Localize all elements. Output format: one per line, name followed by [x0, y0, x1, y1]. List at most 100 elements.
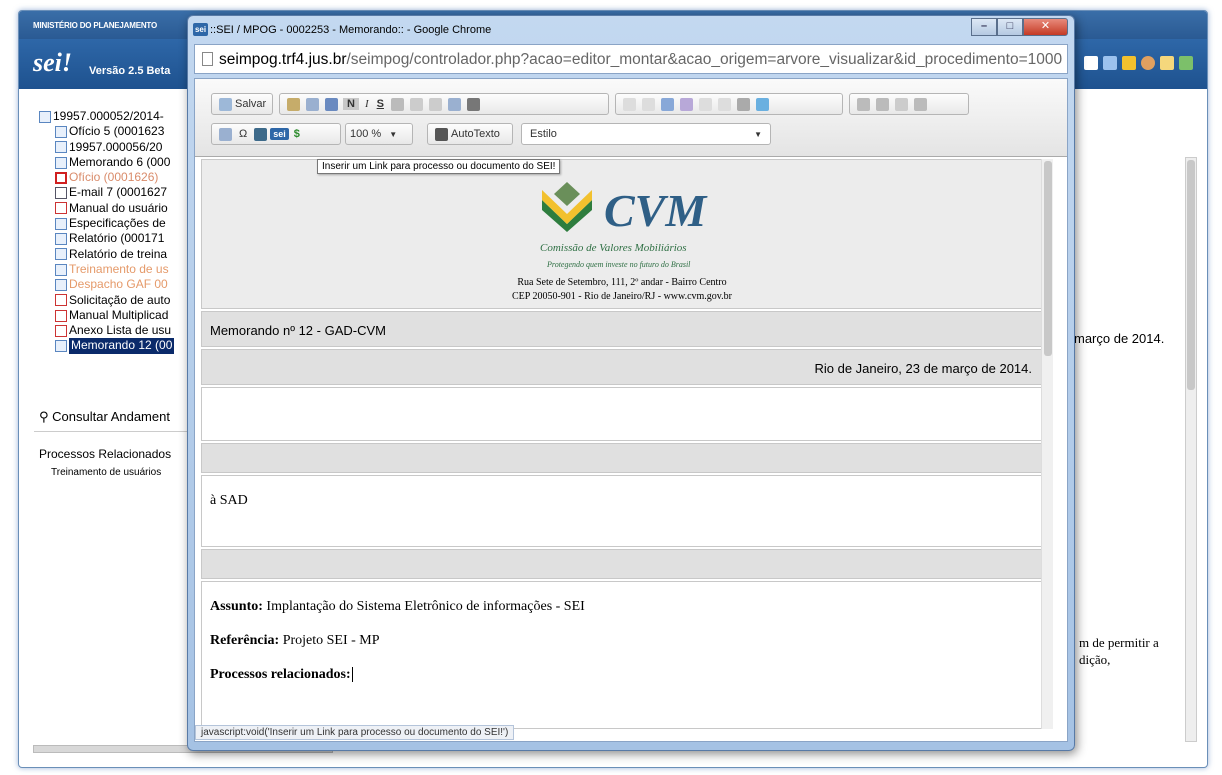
- tree-item[interactable]: Despacho GAF 00: [55, 277, 199, 292]
- underline-button[interactable]: S: [373, 98, 388, 110]
- document-icon: [55, 125, 67, 138]
- tree-item[interactable]: Ofício (0001626): [55, 170, 199, 185]
- undo-icon[interactable]: [699, 97, 712, 111]
- processos-line: Processos relacionados:​: [210, 667, 353, 682]
- sei-favicon-icon: sei: [193, 23, 208, 36]
- style-select[interactable]: Estilo ▼: [521, 123, 771, 145]
- paste-word-icon[interactable]: [680, 97, 693, 111]
- table-icon[interactable]: [447, 97, 461, 111]
- recipient-section[interactable]: à SAD: [201, 475, 1047, 547]
- tree-item[interactable]: Memorando 6 (000: [55, 155, 199, 170]
- sei-logo[interactable]: sei!: [33, 50, 72, 76]
- related-process-link[interactable]: Treinamento de usuários: [51, 467, 161, 478]
- forbidden-icon: [55, 171, 67, 184]
- document-scrollbar[interactable]: [1041, 159, 1053, 729]
- document-icon: [55, 340, 67, 353]
- address-host: seimpog.trf4.jus.br: [219, 51, 347, 68]
- notes-icon[interactable]: [1122, 56, 1136, 70]
- magnifier-icon: ⚲: [39, 409, 49, 424]
- redo-icon[interactable]: [718, 97, 731, 111]
- assunto-line: Assunto: Implantação do Sistema Eletrôni…: [210, 599, 585, 614]
- editor-toolbar: Salvar N I S Ω sei $ 100 % ▼ AutoTexto E…: [195, 79, 1067, 157]
- divider: [34, 431, 194, 432]
- image-icon: [55, 248, 67, 261]
- autotexto-button[interactable]: AutoTexto: [427, 123, 513, 145]
- paste-icon[interactable]: [661, 97, 674, 111]
- tree-item[interactable]: 19957.000056/20: [55, 140, 199, 155]
- window-title: ::SEI / MPOG - 0002253 - Memorando:: - G…: [210, 24, 492, 36]
- cvm-address-line2: CEP 20050-901 - Rio de Janeiro/RJ - www.…: [512, 291, 732, 302]
- cvm-address-line1: Rua Sete de Setembro, 111, 2º andar - Ba…: [517, 277, 727, 288]
- tree-item-label: Ofício (0001626): [69, 170, 159, 185]
- tree-item[interactable]: Ofício 5 (0001623: [55, 124, 199, 139]
- sei-version: Versão 2.5 Beta: [89, 65, 171, 77]
- tree-item[interactable]: Relatório de treina: [55, 247, 199, 262]
- italic-button[interactable]: I: [361, 98, 373, 110]
- tree-item-label: Ofício 5 (0001623: [69, 124, 165, 139]
- tree-item[interactable]: Manual Multiplicad: [55, 308, 199, 323]
- processos-relacionados-heading: Processos Relacionados: [39, 447, 172, 461]
- tree-item-label: E-mail 7 (0001627: [69, 185, 168, 200]
- image-icon[interactable]: [219, 127, 232, 141]
- blank-section[interactable]: [201, 387, 1047, 441]
- editor-content: Salvar N I S Ω sei $ 100 % ▼ AutoTexto E…: [194, 78, 1068, 742]
- consultar-andamento-link[interactable]: ⚲ Consultar Andament: [39, 409, 170, 425]
- copy-icon[interactable]: [642, 97, 655, 111]
- outdent-icon[interactable]: [895, 97, 908, 111]
- memo-body[interactable]: Assunto: Implantação do Sistema Eletrôni…: [201, 581, 1047, 729]
- numbered-list-icon[interactable]: [857, 97, 870, 111]
- document-scroll-thumb[interactable]: [1044, 161, 1052, 356]
- autotexto-icon: [435, 127, 448, 141]
- tree-item-label: Solicitação de auto: [69, 292, 171, 307]
- tree-item[interactable]: Especificações de: [55, 216, 199, 231]
- insert-group: [615, 93, 843, 115]
- exit-icon[interactable]: [1179, 56, 1193, 70]
- status-bar: javascript:void('Inserir um Link para pr…: [195, 725, 515, 740]
- dropdown-icon[interactable]: [1084, 56, 1098, 70]
- pdf-icon: [55, 202, 67, 215]
- bullet-list-icon[interactable]: [876, 97, 889, 111]
- bold-button[interactable]: N: [343, 98, 359, 110]
- menu-icon[interactable]: [1103, 56, 1117, 70]
- subscript-icon[interactable]: [428, 97, 442, 111]
- memo-date[interactable]: Rio de Janeiro, 23 de março de 2014.: [201, 349, 1047, 385]
- eraser-icon[interactable]: [325, 97, 338, 111]
- save-button[interactable]: Salvar: [211, 93, 273, 115]
- close-button[interactable]: ✕: [1023, 18, 1068, 36]
- minimize-button[interactable]: –: [971, 18, 997, 36]
- text-color-icon[interactable]: [466, 97, 480, 111]
- superscript-icon[interactable]: [409, 97, 423, 111]
- tree-item[interactable]: Relatório (000171: [55, 231, 199, 246]
- tree-root[interactable]: 19957.000052/2014-: [39, 109, 199, 124]
- pilcrow-icon[interactable]: [737, 97, 750, 111]
- scroll-thumb[interactable]: [1187, 160, 1195, 390]
- letterhead: CVM Comissão de Valores Mobiliários Prot…: [201, 159, 1047, 309]
- tools-icon[interactable]: [1160, 56, 1174, 70]
- zoom-select[interactable]: 100 % ▼: [345, 123, 413, 145]
- address-bar[interactable]: seimpog.trf4.jus.br/seimpog/controlador.…: [194, 44, 1068, 74]
- tree-item-label: Relatório de treina: [69, 246, 168, 261]
- tree-item[interactable]: E-mail 7 (0001627: [55, 185, 199, 200]
- maximize-button[interactable]: □: [997, 18, 1023, 36]
- replace-icon[interactable]: [306, 97, 319, 111]
- spellcheck-icon[interactable]: [756, 97, 769, 111]
- sei-link-button[interactable]: sei: [270, 128, 289, 140]
- user-icon[interactable]: [1141, 56, 1155, 70]
- memo-number[interactable]: Memorando nº 12 - GAD-CVM: [201, 311, 1047, 347]
- tree-item[interactable]: Memorando 12 (00: [55, 338, 199, 354]
- tree-item[interactable]: Solicitação de auto: [55, 293, 199, 308]
- indent-icon[interactable]: [914, 97, 927, 111]
- tree-item[interactable]: Anexo Lista de usu: [55, 323, 199, 338]
- tree-root-label: 19957.000052/2014-: [53, 109, 164, 123]
- tree-item-label: Memorando 6 (000: [69, 154, 171, 169]
- background-text-line2: dição,: [1079, 652, 1111, 667]
- dollar-icon[interactable]: $: [289, 128, 305, 140]
- link-icon[interactable]: [254, 127, 268, 141]
- omega-icon[interactable]: Ω: [235, 128, 251, 140]
- strikethrough-icon[interactable]: [390, 97, 404, 111]
- vertical-scrollbar[interactable]: [1185, 157, 1197, 742]
- find-icon[interactable]: [287, 97, 300, 111]
- tree-item[interactable]: Treinamento de us: [55, 262, 199, 277]
- tree-item[interactable]: Manual do usuário: [55, 201, 199, 216]
- cut-icon[interactable]: [623, 97, 636, 111]
